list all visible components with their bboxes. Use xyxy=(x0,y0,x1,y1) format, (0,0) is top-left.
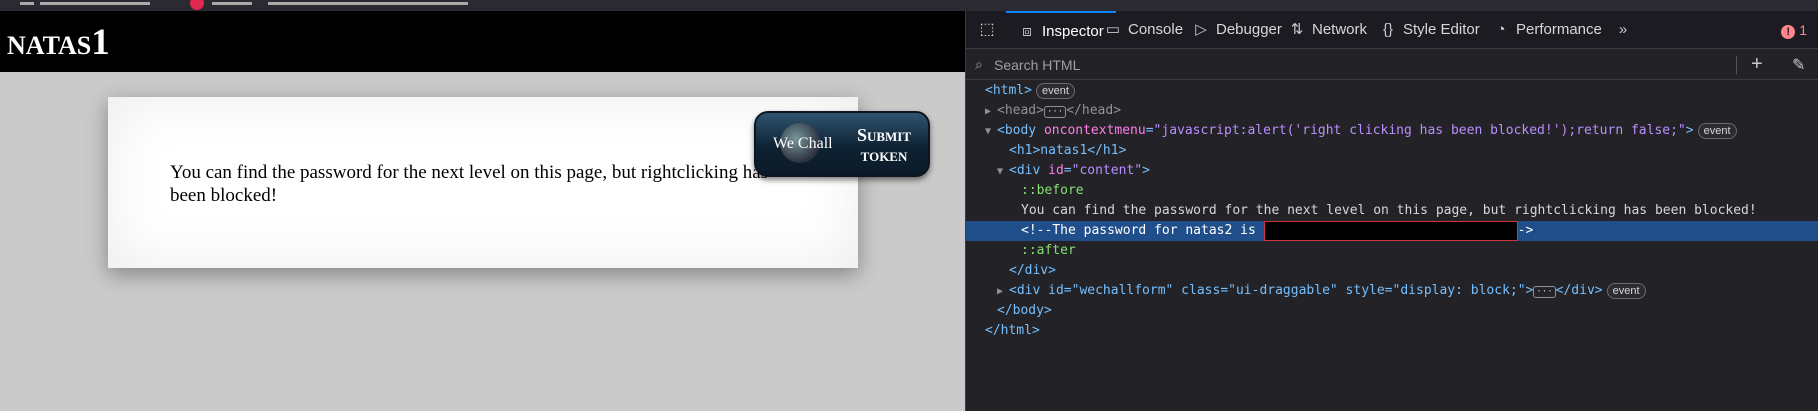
tab-console[interactable]: ▭ Console xyxy=(1104,11,1183,49)
eyedropper-icon[interactable]: ✎ xyxy=(1792,55,1805,75)
wechall-close-tag: </div> xyxy=(1555,283,1603,298)
html-open-tag: <html> xyxy=(985,83,1032,98)
tab-label: Style Editor xyxy=(1403,21,1480,38)
html-close-tag: </html> xyxy=(985,323,1040,338)
element-picker-icon[interactable]: ⬚ xyxy=(976,19,998,41)
wechall-submit-button[interactable]: We Chall Submit token xyxy=(754,111,930,177)
chevron-double-right-icon: » xyxy=(1618,21,1628,38)
markup-tree: <html> event ▶ <head> ··· </head> ▼ <body onc… xyxy=(966,81,1818,411)
wechall-div-tag: <div id="wechallform" class="ui-draggabl… xyxy=(1009,283,1534,298)
event-badge[interactable]: event xyxy=(1035,83,1075,99)
wechall-logo-text: We Chall xyxy=(773,135,833,152)
tab-label: Network xyxy=(1312,21,1368,38)
text-node: You can find the password for the next l… xyxy=(1021,203,1757,218)
comment-prefix: <!--The password for natas2 is xyxy=(1021,223,1264,238)
tab-label: Debugger xyxy=(1216,21,1282,38)
devtools-toolbar: ⬚ ⧈ Inspector ▭ Console ▷ Debugger ⇅ Network… xyxy=(966,11,1818,49)
div-attr-value: "content" xyxy=(1071,163,1143,178)
tab-label: Inspector xyxy=(1042,23,1104,40)
page-title: natas1 xyxy=(7,22,110,63)
body-close-tag: </body> xyxy=(997,303,1052,318)
after-pseudo: ::after xyxy=(1021,243,1076,258)
inspector-icon: ⧈ xyxy=(1022,23,1032,40)
console-icon: ▭ xyxy=(1105,21,1121,38)
webpage-viewport: natas1 You can find the password for the… xyxy=(0,11,965,411)
node-wechallform[interactable]: ▶ <div id="wechallform" class="ui-draggab… xyxy=(966,281,1818,301)
div-close-tag: </div> xyxy=(1009,263,1056,278)
expand-arrow-icon[interactable]: ▶ xyxy=(985,102,997,122)
before-pseudo: ::before xyxy=(1021,183,1084,198)
node-html[interactable]: <html> event xyxy=(966,81,1818,101)
collapsed-ellipsis-icon[interactable]: ··· xyxy=(1533,286,1556,298)
tab-inspector[interactable]: ⧈ Inspector xyxy=(1006,11,1116,49)
style-editor-icon: {} xyxy=(1382,21,1394,38)
node-div-close[interactable]: </div> xyxy=(966,261,1818,281)
add-node-icon[interactable]: + xyxy=(1751,53,1763,76)
tab-label: Performance xyxy=(1516,21,1602,38)
tab-performance[interactable]: ◔ Performance xyxy=(1492,11,1602,49)
node-head[interactable]: ▶ <head> ··· </head> xyxy=(966,101,1818,121)
network-icon: ⇅ xyxy=(1290,21,1304,38)
node-h1[interactable]: <h1>natas1</h1> xyxy=(966,141,1818,161)
page-header: natas1 xyxy=(0,11,965,72)
node-body[interactable]: ▼ <body oncontextmenu="javascript:alert('… xyxy=(966,121,1818,141)
search-html-input[interactable] xyxy=(994,55,1634,75)
body-attr-name: oncontextmenu xyxy=(1043,123,1146,138)
more-tabs-button[interactable]: » xyxy=(1614,11,1638,49)
head-tag: <head> xyxy=(997,103,1044,118)
content-text: You can find the password for the next l… xyxy=(170,162,769,206)
div-attr-name: id xyxy=(1048,163,1064,178)
node-div-content[interactable]: ▼ <div id="content"> xyxy=(966,161,1818,181)
comment-suffix: -> xyxy=(1517,223,1534,238)
tab-fragment xyxy=(268,2,468,5)
tab-fragment xyxy=(212,2,252,5)
error-icon: ! xyxy=(1781,25,1796,39)
node-text[interactable]: You can find the password for the next l… xyxy=(966,201,1818,221)
node-html-close[interactable]: </html> xyxy=(966,321,1818,341)
node-after[interactable]: ::after xyxy=(966,241,1818,261)
node-comment-selected[interactable]: <!--The password for natas2 is -> xyxy=(966,221,1818,241)
devtools-panel: ⬚ ⧈ Inspector ▭ Console ▷ Debugger ⇅ Network… xyxy=(965,11,1818,411)
error-count: 1 xyxy=(1799,22,1807,38)
node-body-close[interactable]: </body> xyxy=(966,301,1818,321)
redacted-password xyxy=(1263,221,1518,241)
head-close-tag: </head> xyxy=(1066,103,1122,118)
node-before[interactable]: ::before xyxy=(966,181,1818,201)
html-search-bar: ⌕ + ✎ xyxy=(966,50,1818,80)
h1-tag: <h1>natas1</h1> xyxy=(1009,143,1127,158)
performance-icon: ◔ xyxy=(1496,21,1506,38)
tab-network[interactable]: ⇅ Network xyxy=(1288,11,1367,49)
error-indicator[interactable]: ! 1 xyxy=(1781,11,1807,49)
expand-arrow-icon[interactable]: ▶ xyxy=(997,282,1009,302)
tab-label: Console xyxy=(1128,21,1184,38)
collapse-arrow-icon[interactable]: ▼ xyxy=(985,122,997,142)
collapse-arrow-icon[interactable]: ▼ xyxy=(997,162,1009,182)
tab-fragment xyxy=(20,2,34,5)
browser-top-strip xyxy=(0,0,1818,11)
search-icon: ⌕ xyxy=(975,56,983,72)
tab-style-editor[interactable]: {} Style Editor xyxy=(1379,11,1480,49)
debugger-icon: ▷ xyxy=(1195,21,1207,38)
body-attr-value: "javascript:alert('right clicking has be… xyxy=(1153,123,1686,138)
divider xyxy=(1736,56,1737,74)
tab-debugger[interactable]: ▷ Debugger xyxy=(1192,11,1282,49)
tab-favicon-icon xyxy=(190,0,204,10)
content-panel: You can find the password for the next l… xyxy=(108,97,858,268)
submit-token-label: Submit token xyxy=(856,125,912,165)
collapsed-ellipsis-icon[interactable]: ··· xyxy=(1043,106,1067,118)
event-badge[interactable]: event xyxy=(1606,283,1646,299)
event-badge[interactable]: event xyxy=(1697,123,1737,139)
tab-fragment xyxy=(40,2,150,5)
